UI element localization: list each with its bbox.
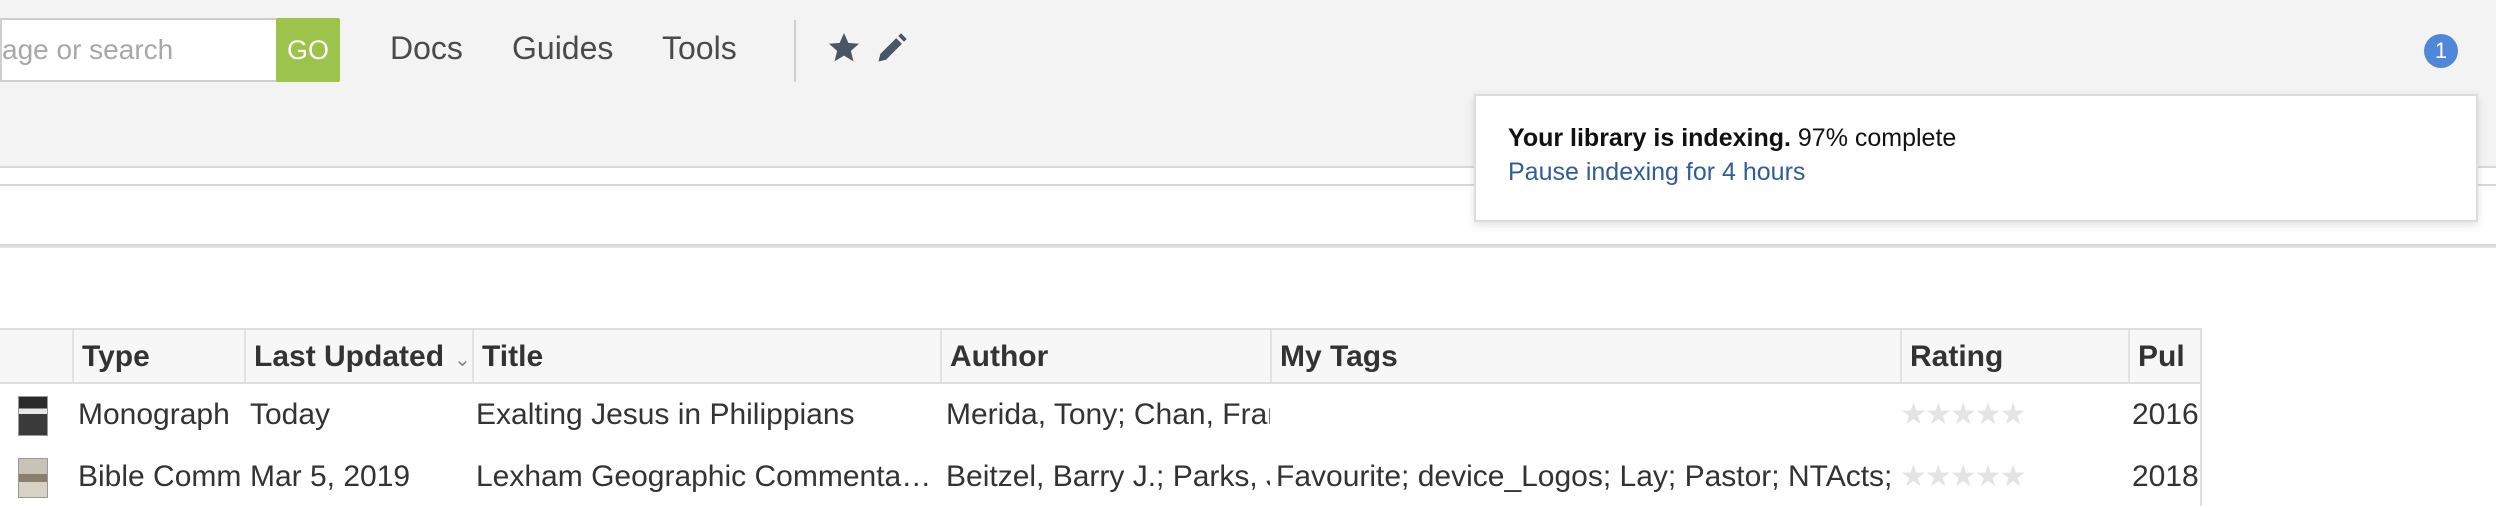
resource-thumbnail [18, 396, 48, 436]
cell-last-updated: Mar 5, 2019 [250, 460, 411, 493]
column-rating-label: Rating [1910, 340, 2004, 373]
indexing-status: Your library is indexing. 97% complete [1508, 124, 1956, 153]
indexing-title: Your library is indexing. [1508, 124, 1791, 152]
library-table: Type Last Updated ⌄ Title Author My Tags … [0, 328, 2200, 506]
column-last-updated[interactable]: Last Updated ⌄ [244, 330, 472, 384]
nav-docs[interactable]: Docs [390, 30, 463, 67]
cell-type: Bible Comm [78, 460, 242, 493]
cell-author: Beitzel, Barry J.; Parks, Je [946, 460, 1270, 493]
cell-author: Merida, Tony; Chan, Fran [946, 398, 1270, 431]
filter-bar-divider [0, 246, 2496, 248]
cell-type: Monograph [78, 398, 230, 431]
column-author[interactable]: Author [940, 330, 1270, 384]
column-author-label: Author [950, 340, 1049, 373]
search-input[interactable]: sage or search [0, 18, 278, 82]
cell-tags [1268, 384, 1900, 446]
nav-tools[interactable]: Tools [662, 30, 737, 67]
column-published-label: Pul [2138, 340, 2185, 373]
toolbar-divider [794, 20, 796, 82]
column-my-tags-label: My Tags [1280, 340, 1398, 373]
cell-published: 2016 [2132, 398, 2199, 431]
cell-published: 2018 [2132, 460, 2199, 493]
resource-thumbnail [18, 458, 48, 498]
star-icon[interactable] [826, 30, 862, 66]
column-last-updated-label: Last Updated [254, 340, 445, 373]
column-type-label: Type [82, 340, 150, 373]
column-type[interactable]: Type [72, 330, 244, 384]
go-button[interactable]: GO [276, 18, 340, 82]
cell-title[interactable]: Exalting Jesus in Philippians [468, 384, 940, 446]
table-row[interactable]: Bible Comm Mar 5, 2019 Lexham Geographic… [0, 446, 2200, 508]
pause-indexing-link[interactable]: Pause indexing for 4 hours [1508, 158, 1805, 187]
indexing-popover: Your library is indexing. 97% complete P… [1474, 94, 2478, 222]
cell-tags: Favourite; device_Logos; Lay; Pastor; NT… [1276, 460, 1900, 493]
column-published[interactable]: Pul [2128, 330, 2200, 384]
search-placeholder: sage or search [0, 34, 174, 65]
chevron-down-icon: ⌄ [454, 349, 471, 371]
cell-last-updated: Today [250, 398, 331, 431]
rating-stars[interactable]: ★★★★★ [1900, 446, 2026, 508]
table-right-border [2200, 328, 2202, 506]
pencil-icon[interactable] [874, 30, 910, 66]
column-rating[interactable]: Rating [1900, 330, 2128, 384]
rating-stars[interactable]: ★★★★★ [1900, 384, 2026, 446]
table-row[interactable]: Monograph Today Exalting Jesus in Philip… [0, 384, 2200, 446]
notification-badge[interactable]: 1 [2424, 34, 2458, 68]
table-header: Type Last Updated ⌄ Title Author My Tags … [0, 328, 2200, 384]
cell-title[interactable]: Lexham Geographic Commentar… [468, 446, 940, 508]
column-my-tags[interactable]: My Tags [1270, 330, 1900, 384]
column-title-label: Title [482, 340, 544, 373]
indexing-progress: 97% complete [1797, 124, 1957, 152]
column-title[interactable]: Title [472, 330, 940, 384]
nav-guides[interactable]: Guides [512, 30, 613, 67]
